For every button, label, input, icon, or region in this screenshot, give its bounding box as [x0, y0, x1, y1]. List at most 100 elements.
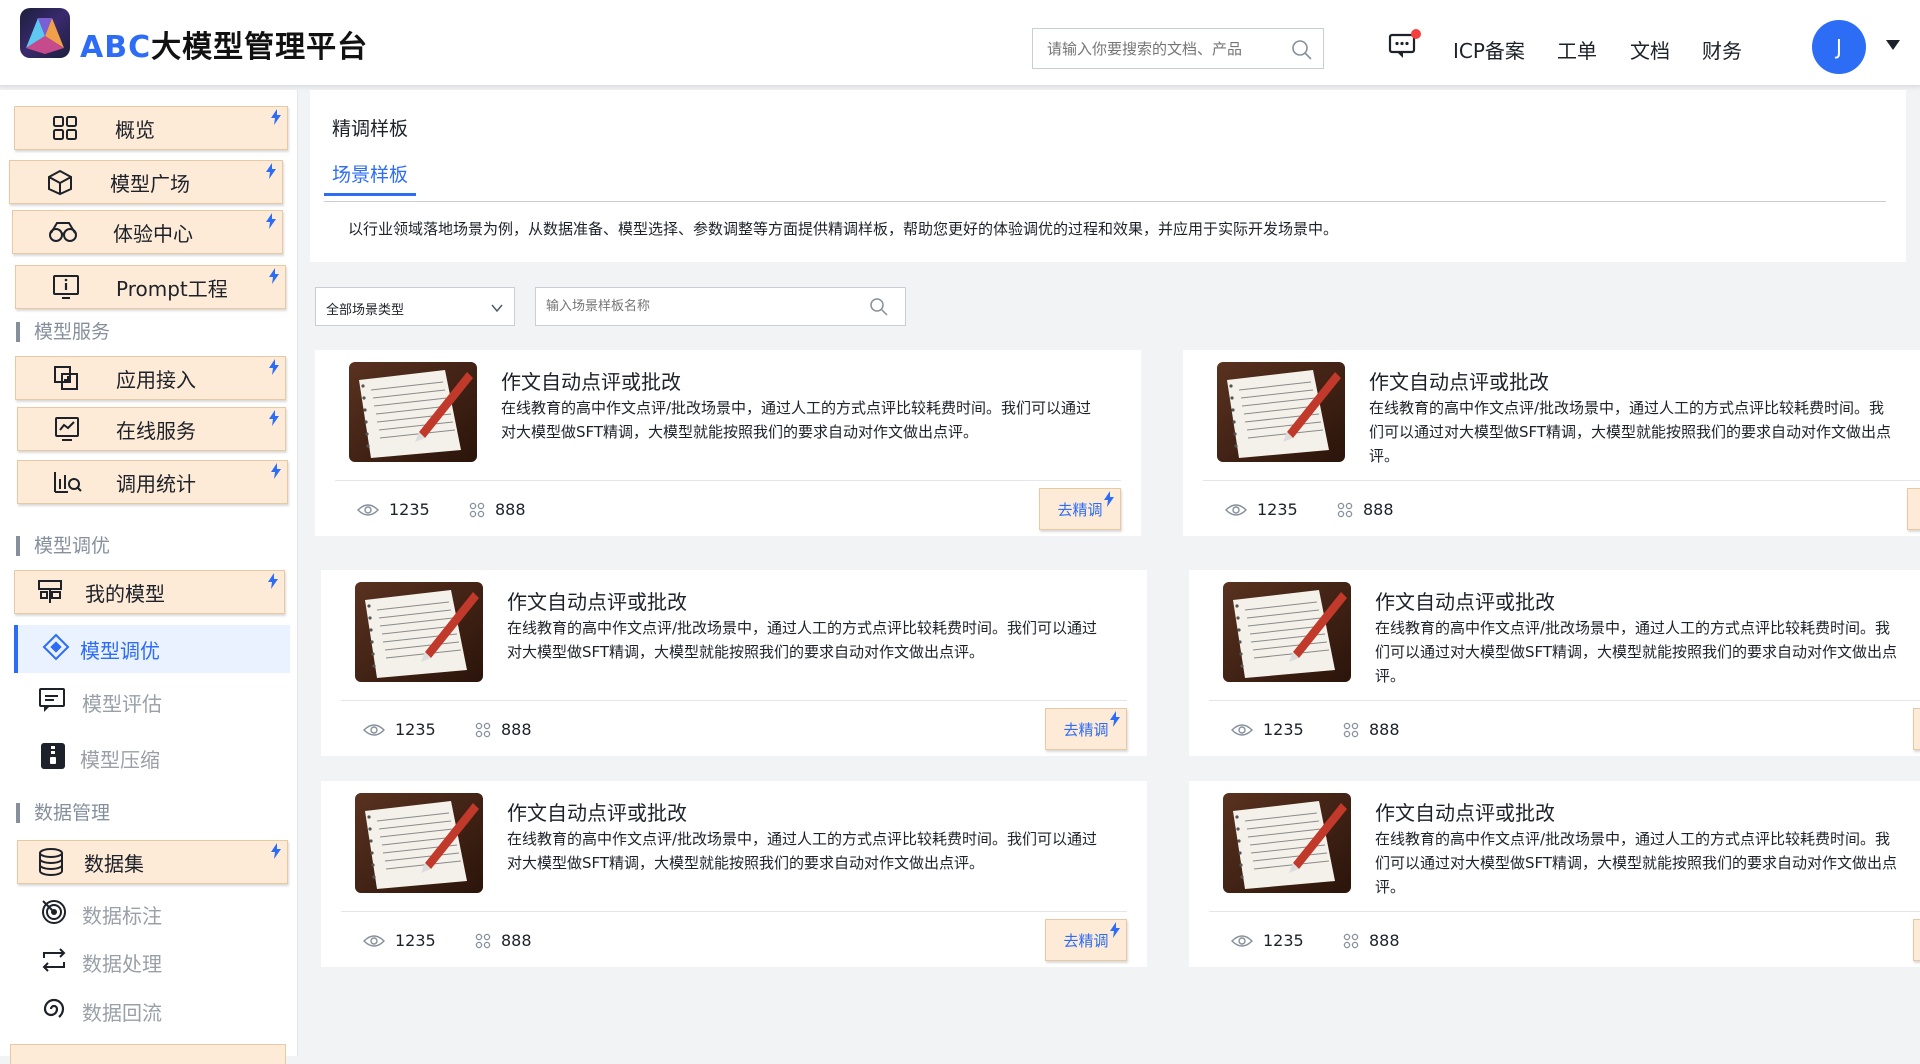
template-card[interactable]: 作文自动点评或批改 在线教育的高中作文点评/批改场景中，通过人工的方式点评比较耗…: [1189, 781, 1920, 967]
template-card[interactable]: 作文自动点评或批改 在线教育的高中作文点评/批改场景中，通过人工的方式点评比较耗…: [321, 570, 1147, 756]
sidebar-item-data-label[interactable]: 数据标注: [40, 892, 162, 936]
card-description: 在线教育的高中作文点评/批改场景中，通过人工的方式点评比较耗费时间。我们可以通过…: [507, 830, 1098, 872]
card-divider: [1209, 700, 1920, 701]
sidebar-item-label: 概览: [115, 117, 155, 142]
sidebar-item-model-tuning[interactable]: 模型调优: [14, 625, 290, 673]
sidebar-item-online-service[interactable]: 在线服务: [17, 407, 286, 451]
sidebar-item-label: 在线服务: [116, 418, 196, 443]
go-tune-button[interactable]: 去精调: [1907, 488, 1920, 530]
search-icon[interactable]: [869, 297, 889, 321]
card-title: 作文自动点评或批改: [1369, 370, 1549, 394]
notification-badge: [1411, 29, 1421, 39]
chevron-down-icon[interactable]: [1886, 40, 1900, 50]
go-tune-button[interactable]: 去精调: [1913, 919, 1920, 961]
sidebar-item-label: 数据集: [84, 851, 144, 876]
go-tune-button[interactable]: 去精调: [1045, 919, 1127, 961]
sidebar-item-model-compress[interactable]: 模型压缩: [40, 736, 160, 780]
section-model-service: 模型服务: [16, 322, 110, 342]
go-tune-button[interactable]: 去精调: [1913, 708, 1920, 750]
nav-ticket[interactable]: 工单: [1557, 35, 1597, 64]
search-icon[interactable]: [1291, 39, 1313, 65]
use-count-value: 888: [1363, 500, 1394, 519]
sidebar-item-data-process[interactable]: 数据处理: [40, 940, 162, 984]
sidebar-item-overview[interactable]: 概览: [14, 106, 288, 150]
use-count: 888: [469, 500, 526, 519]
sidebar-item-app-access[interactable]: 应用接入: [15, 356, 286, 400]
apps-icon: [469, 502, 485, 517]
apps-icon: [1337, 502, 1353, 517]
sidebar-item-model-square[interactable]: 模型广场: [9, 160, 283, 204]
view-count: 1235: [1225, 500, 1298, 519]
sidebar-item-my-model[interactable]: 我的模型: [14, 570, 285, 614]
sidebar-item-experience[interactable]: 体验中心: [12, 210, 283, 254]
sidebar-item-label: 数据标注: [82, 903, 162, 928]
prompt-icon: [16, 274, 116, 300]
apps-icon: [1343, 933, 1359, 948]
template-search-input[interactable]: [536, 288, 856, 325]
scene-type-select[interactable]: 全部场景类型: [315, 287, 515, 326]
nav-icp[interactable]: ICP备案: [1453, 35, 1525, 64]
sidebar-item-label: 数据处理: [82, 951, 162, 976]
card-thumbnail: [349, 362, 477, 462]
sidebar-item-label: 体验中心: [113, 221, 193, 246]
sidebar-item-prompt[interactable]: Prompt工程: [15, 265, 286, 309]
go-tune-button[interactable]: 去精调: [1039, 488, 1121, 530]
card-thumbnail: [1217, 362, 1345, 462]
use-count-value: 888: [501, 931, 532, 950]
template-card[interactable]: 作文自动点评或批改 在线教育的高中作文点评/批改场景中，通过人工的方式点评比较耗…: [321, 781, 1147, 967]
sidebar-item-call-stats[interactable]: 调用统计: [17, 460, 288, 504]
global-search-input[interactable]: [1033, 29, 1273, 68]
use-count: 888: [1343, 931, 1400, 950]
sidebar-item-label: 模型评估: [82, 691, 162, 716]
target-icon: [40, 898, 68, 930]
tab-scene-templates[interactable]: 场景样板: [324, 160, 417, 196]
flash-icon: [1110, 922, 1120, 938]
swap-icon: [40, 946, 68, 978]
page-description: 以行业领域落地场景为例，从数据准备、模型选择、参数调整等方面提供精调样板，帮助您…: [348, 220, 1339, 238]
app-access-icon: [16, 364, 116, 392]
card-thumbnail: [1223, 582, 1351, 682]
go-tune-button[interactable]: 去精调: [1045, 708, 1127, 750]
sidebar-item-data-return[interactable]: 数据回流: [40, 989, 162, 1033]
template-search[interactable]: [535, 287, 906, 326]
card-description: 在线教育的高中作文点评/批改场景中，通过人工的方式点评比较耗费时间。我们可以通过…: [1375, 619, 1898, 685]
swirl-icon: [40, 995, 68, 1027]
view-count-value: 1235: [395, 931, 436, 950]
view-count-value: 1235: [1263, 720, 1304, 739]
sidebar-item-label: 调用统计: [116, 471, 196, 496]
chevron-down-icon: [490, 300, 504, 319]
view-count-value: 1235: [395, 720, 436, 739]
online-service-icon: [18, 415, 116, 443]
tab-divider: [324, 201, 1886, 202]
template-card[interactable]: 作文自动点评或批改 在线教育的高中作文点评/批改场景中，通过人工的方式点评比较耗…: [315, 350, 1141, 536]
vr-glasses-icon: [13, 220, 113, 244]
apps-icon: [1343, 722, 1359, 737]
global-search[interactable]: [1032, 28, 1324, 69]
view-count: 1235: [363, 720, 436, 739]
sidebar-item-label: 模型广场: [110, 171, 190, 196]
nav-docs[interactable]: 文档: [1630, 35, 1670, 64]
use-count: 888: [475, 931, 532, 950]
card-description: 在线教育的高中作文点评/批改场景中，通过人工的方式点评比较耗费时间。我们可以通过…: [501, 399, 1092, 441]
sidebar-item-label: 模型调优: [80, 638, 160, 663]
flash-icon: [1110, 711, 1120, 727]
section-data-management: 数据管理: [16, 803, 110, 823]
grid-icon: [15, 115, 115, 141]
eye-icon: [1231, 723, 1253, 736]
view-count: 1235: [357, 500, 430, 519]
cube-icon: [10, 168, 110, 196]
scene-type-select-value: 全部场景类型: [326, 303, 405, 318]
use-count-value: 888: [1369, 931, 1400, 950]
template-card[interactable]: 作文自动点评或批改 在线教育的高中作文点评/批改场景中，通过人工的方式点评比较耗…: [1189, 570, 1920, 756]
avatar[interactable]: J: [1812, 20, 1866, 74]
sidebar-item-model-eval[interactable]: 模型评估: [38, 680, 162, 724]
card-title: 作文自动点评或批改: [1375, 801, 1555, 825]
nav-finance[interactable]: 财务: [1702, 35, 1742, 64]
stats-icon: [18, 469, 116, 495]
sidebar-item-partial[interactable]: [10, 1044, 286, 1064]
sidebar-item-dataset[interactable]: 数据集: [17, 840, 288, 884]
card-title: 作文自动点评或批改: [501, 370, 681, 394]
view-count-value: 1235: [1263, 931, 1304, 950]
template-card[interactable]: 作文自动点评或批改 在线教育的高中作文点评/批改场景中，通过人工的方式点评比较耗…: [1183, 350, 1920, 536]
apps-icon: [475, 722, 491, 737]
